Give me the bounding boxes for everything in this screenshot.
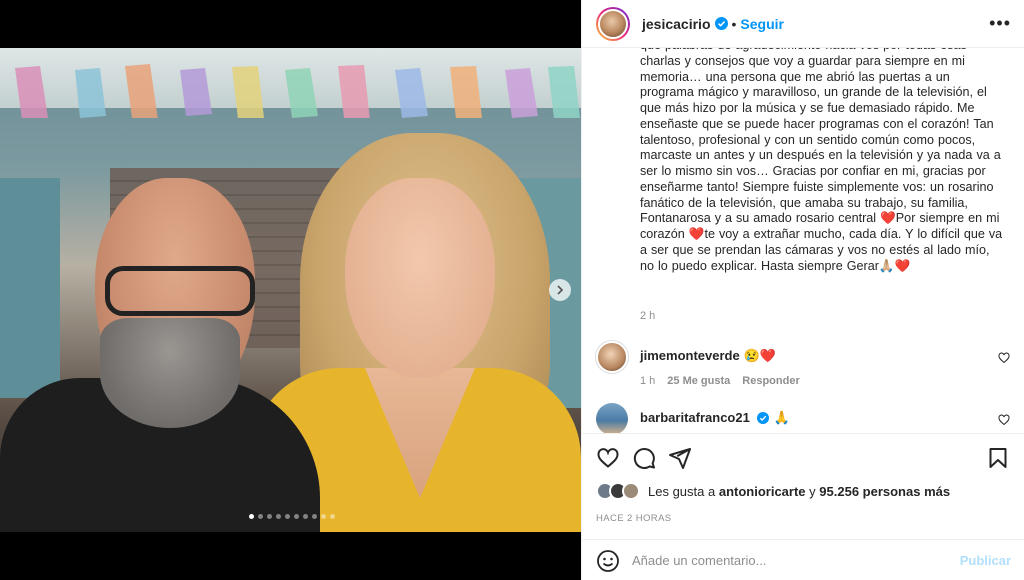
comment-like-icon[interactable] [998,414,1010,426]
likes-summary: Les gusta a antonioricarte y 95.256 pers… [596,482,950,500]
commenter-avatar[interactable] [596,403,628,433]
carousel-next-button[interactable] [549,279,571,301]
carousel-dot [294,514,299,519]
comment-icon[interactable] [632,446,656,470]
likes-prefix: Les gusta a [648,483,716,499]
caption-timestamp: 2 h [640,310,656,322]
verified-badge-icon [714,17,728,30]
post-timestamp: HACE 2 HORAS [596,513,672,524]
decorative-flags [15,64,580,118]
carousel-dot [267,514,272,519]
share-icon[interactable] [668,446,692,470]
comments-list[interactable]: que palabras de agradecimiento hacia vos… [582,48,1024,433]
instagram-post-view: jesicacirio • Seguir ••• que palabras de… [0,0,1024,580]
reply-button[interactable]: Responder [742,375,799,387]
carousel-dot [249,514,254,519]
publish-button[interactable]: Publicar [960,553,1011,568]
bookmark-icon[interactable] [986,446,1010,470]
post-actions: Les gusta a antonioricarte y 95.256 pers… [582,433,1024,580]
likes-and: y [809,483,816,499]
carousel-dot [330,514,335,519]
commenter-username[interactable]: jimemonteverde [640,348,740,363]
author-username[interactable]: jesicacirio [642,16,711,32]
action-bar [596,446,1010,472]
likes-count[interactable]: 95.256 personas más [819,484,950,499]
add-comment-bar: Publicar [582,539,1024,580]
carousel-dot [276,514,281,519]
carousel-dot [285,514,290,519]
post-header: jesicacirio • Seguir ••• [582,0,1024,48]
post-caption: que palabras de agradecimiento hacia vos… [640,48,1003,273]
verified-badge-icon [757,412,770,424]
comment-likes[interactable]: 25 Me gusta [667,375,730,387]
comment-meta: 1 h 25 Me gusta Responder [640,375,800,387]
chevron-right-icon [557,285,564,295]
comment-text: 😢❤️ [743,348,777,363]
likers-avatars[interactable] [596,482,640,500]
author-avatar[interactable] [596,6,630,41]
more-options-icon[interactable]: ••• [989,13,1011,34]
carousel-dot [321,514,326,519]
post-media [0,0,581,580]
post-sidebar: jesicacirio • Seguir ••• que palabras de… [581,0,1024,580]
emoji-icon[interactable] [596,549,620,573]
carousel-dot [303,514,308,519]
carousel-dot [312,514,317,519]
comment-input[interactable] [632,553,960,568]
header-separator: • [731,15,737,32]
commenter-username[interactable]: barbaritafranco21 [640,410,750,425]
comment-like-icon[interactable] [998,352,1010,364]
carousel-indicator [249,514,335,519]
liker-username[interactable]: antonioricarte [719,484,806,499]
heart-icon[interactable] [596,446,620,470]
comment-text: 🙏 [773,410,790,425]
post-photo [0,48,581,532]
comment-time: 1 h [640,375,656,387]
carousel-dot [258,514,263,519]
commenter-avatar[interactable] [596,341,628,373]
follow-button[interactable]: Seguir [740,16,784,32]
